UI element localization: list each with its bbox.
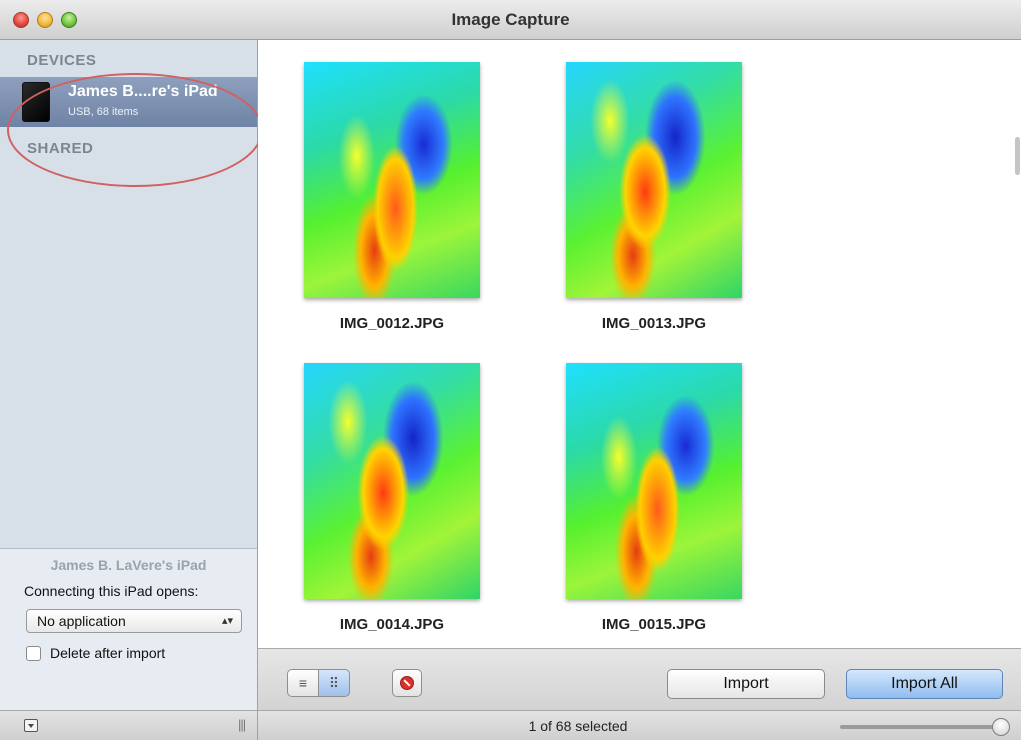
no-entry-icon: [400, 676, 414, 690]
device-caption: James B. LaVere's iPad: [50, 557, 207, 573]
device-subtitle: USB, 68 items: [68, 106, 139, 118]
photo-thumbnail[interactable]: [566, 363, 742, 599]
application-select-value: No application: [37, 613, 126, 629]
delete-after-import-label: Delete after import: [50, 645, 166, 661]
list-view-button[interactable]: ≡: [287, 669, 319, 697]
resize-grip-icon[interactable]: |||: [238, 717, 246, 732]
delete-button[interactable]: [392, 669, 422, 697]
thumbnail-size-slider-knob[interactable]: [992, 718, 1010, 736]
selection-status: 1 of 68 selected: [528, 718, 628, 734]
photo-thumbnail[interactable]: [304, 62, 480, 298]
photo-filename: IMG_0013.JPG: [601, 315, 707, 332]
image-capture-window: Image Capture DEVICES James B....re's iP…: [0, 0, 1021, 740]
connect-opens-label: Connecting this iPad opens:: [24, 583, 199, 599]
status-bar: 1 of 68 selected: [258, 710, 1021, 740]
sidebar-status-bar: |||: [0, 710, 257, 740]
toolbar: ≡ ⠿ Import Import All: [258, 648, 1021, 710]
device-name: James B....re's iPad: [68, 83, 218, 100]
photo-filename: IMG_0015.JPG: [601, 616, 707, 633]
import-button[interactable]: Import: [667, 669, 825, 699]
vertical-scrollbar[interactable]: [1015, 137, 1020, 175]
application-select[interactable]: No application ▴▾: [26, 609, 242, 633]
grid-icon: ⠿: [328, 675, 340, 691]
photo-filename: IMG_0012.JPG: [339, 315, 445, 332]
photo-thumbnail[interactable]: [304, 363, 480, 599]
thumbnail-size-slider[interactable]: [840, 725, 1000, 729]
window-title: Image Capture: [451, 10, 570, 29]
panel-toggle-icon[interactable]: [24, 719, 38, 732]
shared-heading: SHARED: [27, 140, 94, 157]
device-options-panel: James B. LaVere's iPad Connecting this i…: [0, 548, 257, 718]
ipad-icon: [22, 82, 50, 122]
delete-after-import-checkbox[interactable]: [26, 646, 41, 661]
import-all-button[interactable]: Import All: [846, 669, 1003, 699]
devices-heading: DEVICES: [27, 52, 97, 69]
sidebar-item-ipad[interactable]: James B....re's iPad USB, 68 items: [0, 77, 257, 127]
grid-view-button[interactable]: ⠿: [318, 669, 350, 697]
select-arrows-icon: ▴▾: [221, 615, 233, 627]
photo-filename: IMG_0014.JPG: [339, 616, 445, 633]
photo-thumbnail[interactable]: [566, 62, 742, 298]
list-icon: ≡: [298, 675, 308, 691]
photo-grid: IMG_0012.JPG IMG_0013.JPG IMG_0014.JPG I…: [258, 40, 1021, 648]
title-bar: Image Capture: [0, 0, 1021, 40]
sidebar: DEVICES James B....re's iPad USB, 68 ite…: [0, 40, 263, 740]
